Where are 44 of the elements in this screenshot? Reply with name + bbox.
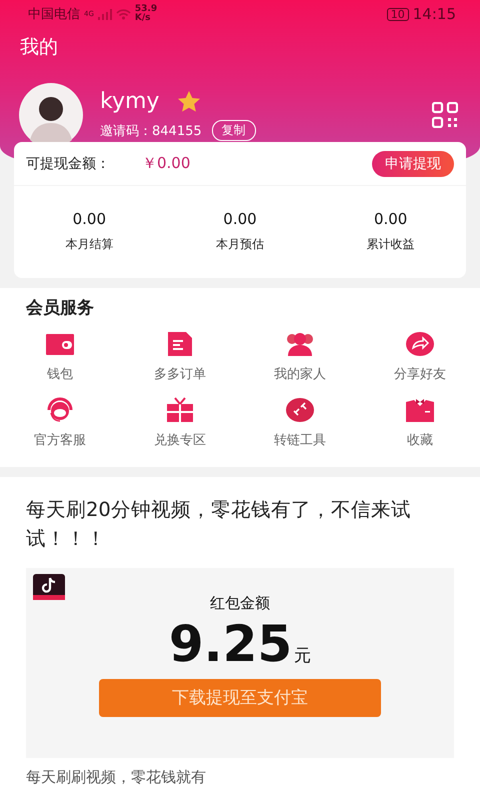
balance-amount: ￥0.00: [142, 154, 192, 173]
signal-icon: [98, 8, 112, 20]
stat-value: 0.00: [72, 210, 106, 228]
share-icon: [405, 331, 435, 357]
stat-label: 本月结算: [65, 236, 114, 253]
service-item[interactable]: 转链工具: [240, 397, 360, 449]
people-icon: [285, 331, 315, 357]
service-item[interactable]: 兑换专区: [120, 397, 240, 449]
invite-code-text: 邀请码：844155: [100, 122, 202, 140]
time-text: 14:15: [412, 6, 456, 22]
document-icon: [165, 331, 195, 357]
speed-text: 53.9: [134, 5, 158, 14]
wallet-icon: [45, 331, 75, 357]
user-name: kymy: [100, 89, 160, 114]
stat-label: 本月预估: [216, 236, 264, 253]
suit-icon: [405, 397, 435, 423]
balance-label: 可提现金额：: [26, 154, 111, 172]
reward-amount: 9.25: [168, 614, 292, 672]
gift-icon: [165, 397, 195, 423]
carrier-text: 中国电信: [28, 8, 80, 20]
wifi-icon: [116, 8, 131, 20]
star-icon: [177, 90, 202, 113]
qr-code-icon[interactable]: [432, 102, 458, 128]
withdraw-button[interactable]: 申请提现: [372, 150, 454, 176]
promo-title: 红包金额: [210, 594, 270, 612]
headset-icon: [45, 397, 75, 423]
currency-unit: 元: [294, 644, 312, 666]
stat-value: 0.00: [223, 210, 257, 228]
stat-label: 累计收益: [366, 236, 415, 253]
service-item[interactable]: 分享好友: [360, 331, 480, 383]
article-headline: 每天刷20分钟视频，零花钱有了，不信来试试！！！: [26, 497, 412, 552]
copy-button[interactable]: 复制: [212, 120, 256, 141]
battery-text: 10: [386, 8, 409, 20]
stat-value: 0.00: [374, 210, 408, 228]
speed-unit-text: K/s: [134, 14, 152, 23]
section-title: 会员服务: [24, 297, 95, 320]
page-title: 我的: [19, 35, 59, 60]
app-icon: [33, 574, 67, 602]
service-item[interactable]: 钱包: [0, 331, 120, 383]
service-item[interactable]: 官方客服: [0, 397, 120, 449]
article-text: 每天刷刷视频，零花钱就有: [26, 768, 207, 786]
service-item[interactable]: 多多订单: [120, 331, 240, 383]
service-item[interactable]: 收藏: [360, 397, 480, 449]
service-item[interactable]: 我的家人: [240, 331, 360, 383]
